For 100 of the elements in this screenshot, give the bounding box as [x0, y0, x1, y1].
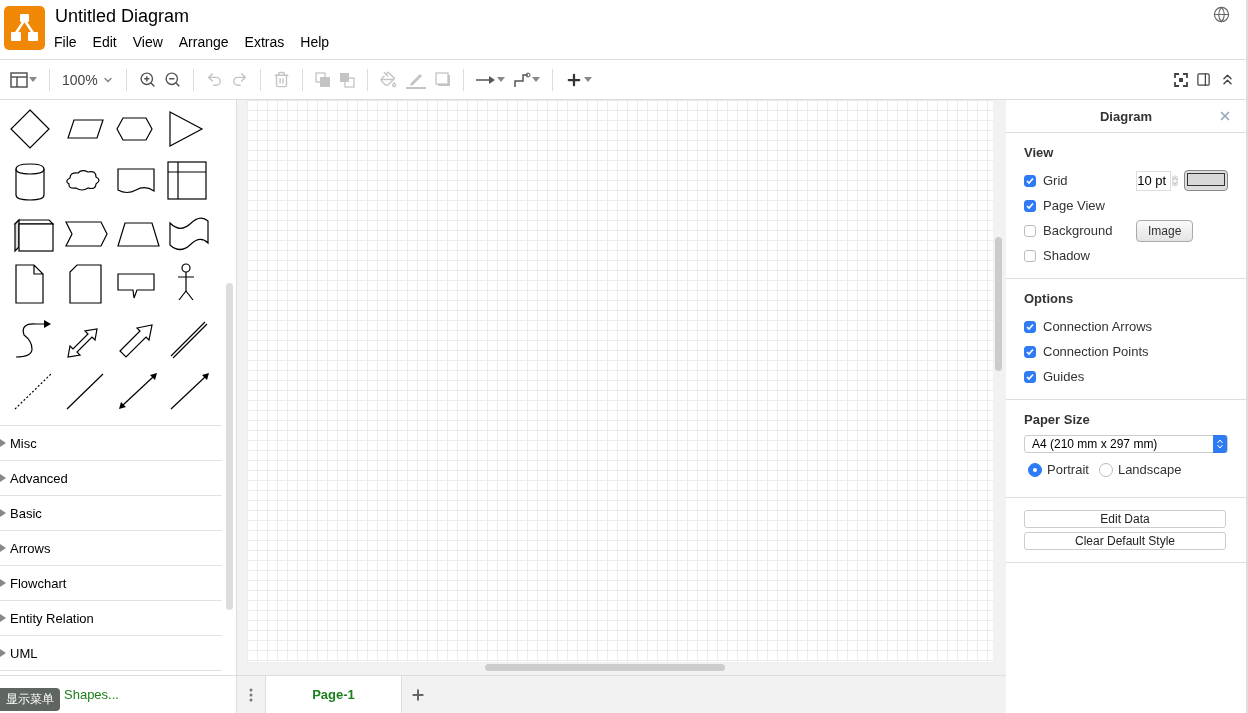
panel-icon — [1196, 72, 1211, 87]
tape-shape[interactable] — [169, 217, 209, 251]
shadow-icon — [434, 71, 451, 88]
option-label: Guides — [1043, 369, 1086, 384]
panel-button[interactable]: Clear Default Style — [1024, 532, 1226, 550]
layout-icon — [10, 71, 28, 88]
checkbox[interactable] — [1024, 199, 1036, 212]
double-line-shape[interactable] — [170, 321, 208, 359]
option-label: Grid — [1043, 173, 1069, 188]
cylinder-shape[interactable] — [15, 163, 45, 201]
double-arrow-shape[interactable] — [67, 328, 98, 358]
table-shape[interactable] — [167, 161, 207, 200]
caret-icon — [583, 77, 592, 82]
tooltip: 显示菜单 — [0, 688, 60, 711]
arrow-line-shape[interactable] — [170, 373, 209, 410]
cloud-shape[interactable] — [66, 170, 100, 191]
caret-icon — [29, 77, 37, 82]
menu-item[interactable]: Edit — [89, 33, 126, 51]
menu-item[interactable]: File — [51, 33, 86, 51]
cube-shape[interactable] — [13, 218, 55, 253]
menu-item[interactable]: Help — [297, 33, 339, 51]
image-button[interactable]: Image — [1136, 219, 1194, 242]
category-label: Basic — [10, 505, 42, 521]
section-heading: View — [1024, 145, 1055, 160]
grid-color-button[interactable] — [1184, 170, 1228, 191]
hexagon-shape[interactable] — [116, 117, 153, 141]
palette-category[interactable]: Advanced — [0, 461, 222, 496]
category-label: Entity Relation — [10, 610, 94, 626]
palette-category[interactable]: Entity Relation — [0, 601, 222, 636]
app-logo — [4, 6, 45, 50]
scrollbar-thumb[interactable] — [226, 283, 233, 610]
option-label: Shadow — [1043, 248, 1091, 263]
caret-icon — [496, 77, 505, 82]
grid-size-field[interactable]: 10 pt — [1136, 170, 1172, 191]
line-shape[interactable] — [66, 373, 104, 410]
thick-arrow-shape[interactable] — [119, 324, 153, 358]
checkbox[interactable] — [1024, 370, 1036, 383]
palette-category[interactable]: Basic — [0, 496, 222, 531]
diamond-shape[interactable] — [10, 109, 50, 149]
category-label: Flowchart — [10, 575, 67, 591]
palette-category[interactable]: Misc — [0, 426, 222, 461]
category-label: Misc — [10, 435, 37, 451]
parallelogram-shape[interactable] — [67, 119, 104, 139]
radio-label: Portrait — [1047, 462, 1089, 477]
radio-button[interactable] — [1098, 462, 1113, 477]
paper-size-select[interactable]: A4 (210 mm x 297 mm) — [1024, 435, 1228, 453]
undo-icon — [205, 71, 223, 88]
checkbox[interactable] — [1024, 320, 1036, 333]
palette-category[interactable]: UML — [0, 636, 222, 671]
page-tab[interactable]: Page-1 — [265, 676, 402, 713]
palette-category[interactable]: Arrows — [0, 531, 222, 566]
checkbox[interactable] — [1024, 174, 1036, 187]
option-label: Connection Arrows — [1043, 319, 1153, 334]
trash-icon — [272, 71, 290, 88]
globe-icon[interactable] — [1213, 6, 1230, 23]
updown-icon — [1217, 439, 1223, 449]
zoom-dropdown[interactable]: 100% — [58, 69, 118, 90]
callout-shape[interactable] — [117, 273, 155, 299]
more-vertical-icon — [249, 687, 253, 702]
category-label: Advanced — [10, 470, 68, 486]
category-label: Arrows — [10, 540, 51, 556]
panel-button[interactable]: Edit Data — [1024, 510, 1226, 528]
page-shape[interactable] — [15, 264, 44, 304]
menu-item[interactable]: Arrange — [175, 33, 238, 51]
radio-button[interactable] — [1028, 462, 1042, 477]
elbow-connector-icon — [512, 71, 531, 88]
color-swatch-icon — [1187, 173, 1225, 186]
curved-arrow-shape[interactable] — [15, 320, 51, 358]
to-front-icon — [314, 71, 331, 88]
dashed-line-shape[interactable] — [14, 373, 52, 410]
more-shapes-link[interactable]: Shapes... — [64, 687, 119, 702]
checkbox[interactable] — [1024, 249, 1036, 262]
close-icon — [1218, 109, 1232, 123]
panel-title: Diagram — [1100, 108, 1152, 124]
trapezoid-shape[interactable] — [117, 222, 160, 247]
zoom-out-icon — [163, 71, 181, 88]
stick-figure-icon[interactable] — [177, 263, 195, 301]
category-label: UML — [10, 645, 38, 661]
triangle-shape[interactable] — [169, 111, 204, 147]
paint-bucket-icon — [379, 71, 397, 88]
zoom-in-icon — [138, 71, 156, 88]
document-shape[interactable] — [117, 168, 155, 194]
double-arrow-line-shape[interactable] — [119, 373, 157, 409]
palette-category[interactable]: Flowchart — [0, 566, 222, 601]
scrollbar-thumb[interactable] — [995, 237, 1002, 371]
step-shape[interactable] — [65, 221, 108, 247]
section-heading: Options — [1024, 291, 1075, 306]
to-back-icon — [338, 71, 355, 88]
menu-item[interactable]: Extras — [241, 33, 294, 51]
fit-icon — [1174, 72, 1188, 87]
diagram-title[interactable]: Untitled Diagram — [55, 6, 1213, 26]
option-label: Page View — [1043, 198, 1106, 213]
arrow-right-icon — [475, 74, 496, 85]
checkbox[interactable] — [1024, 224, 1036, 237]
plus-icon — [410, 686, 426, 703]
radio-label: Landscape — [1117, 462, 1182, 477]
scrollbar-thumb[interactable] — [485, 664, 725, 671]
checkbox[interactable] — [1024, 345, 1036, 358]
card-shape[interactable] — [69, 264, 102, 304]
menu-item[interactable]: View — [129, 33, 172, 51]
